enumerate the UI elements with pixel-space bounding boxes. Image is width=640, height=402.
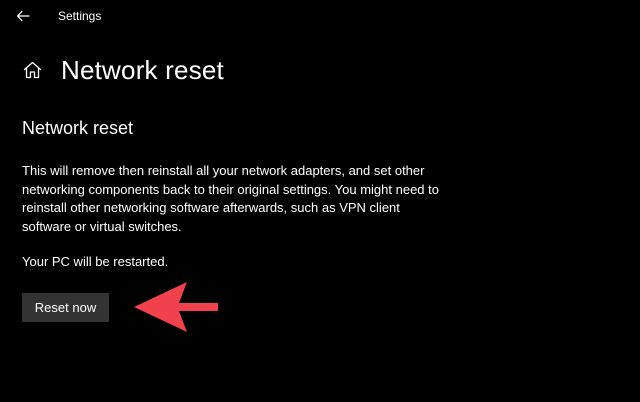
home-icon[interactable] xyxy=(22,60,42,80)
description-text: This will remove then reinstall all your… xyxy=(22,163,439,234)
restart-note: Your PC will be restarted. xyxy=(22,254,169,269)
back-button[interactable] xyxy=(12,5,34,27)
app-title: Settings xyxy=(58,9,102,23)
section-title: Network reset xyxy=(22,118,134,138)
title-bar: Settings xyxy=(0,0,640,32)
red-arrow-annotation xyxy=(134,282,218,332)
arrow-left-icon xyxy=(16,10,30,22)
reset-now-button[interactable]: Reset now xyxy=(22,293,109,322)
page-header: Network reset xyxy=(22,54,224,86)
page-title: Network reset xyxy=(61,55,224,85)
